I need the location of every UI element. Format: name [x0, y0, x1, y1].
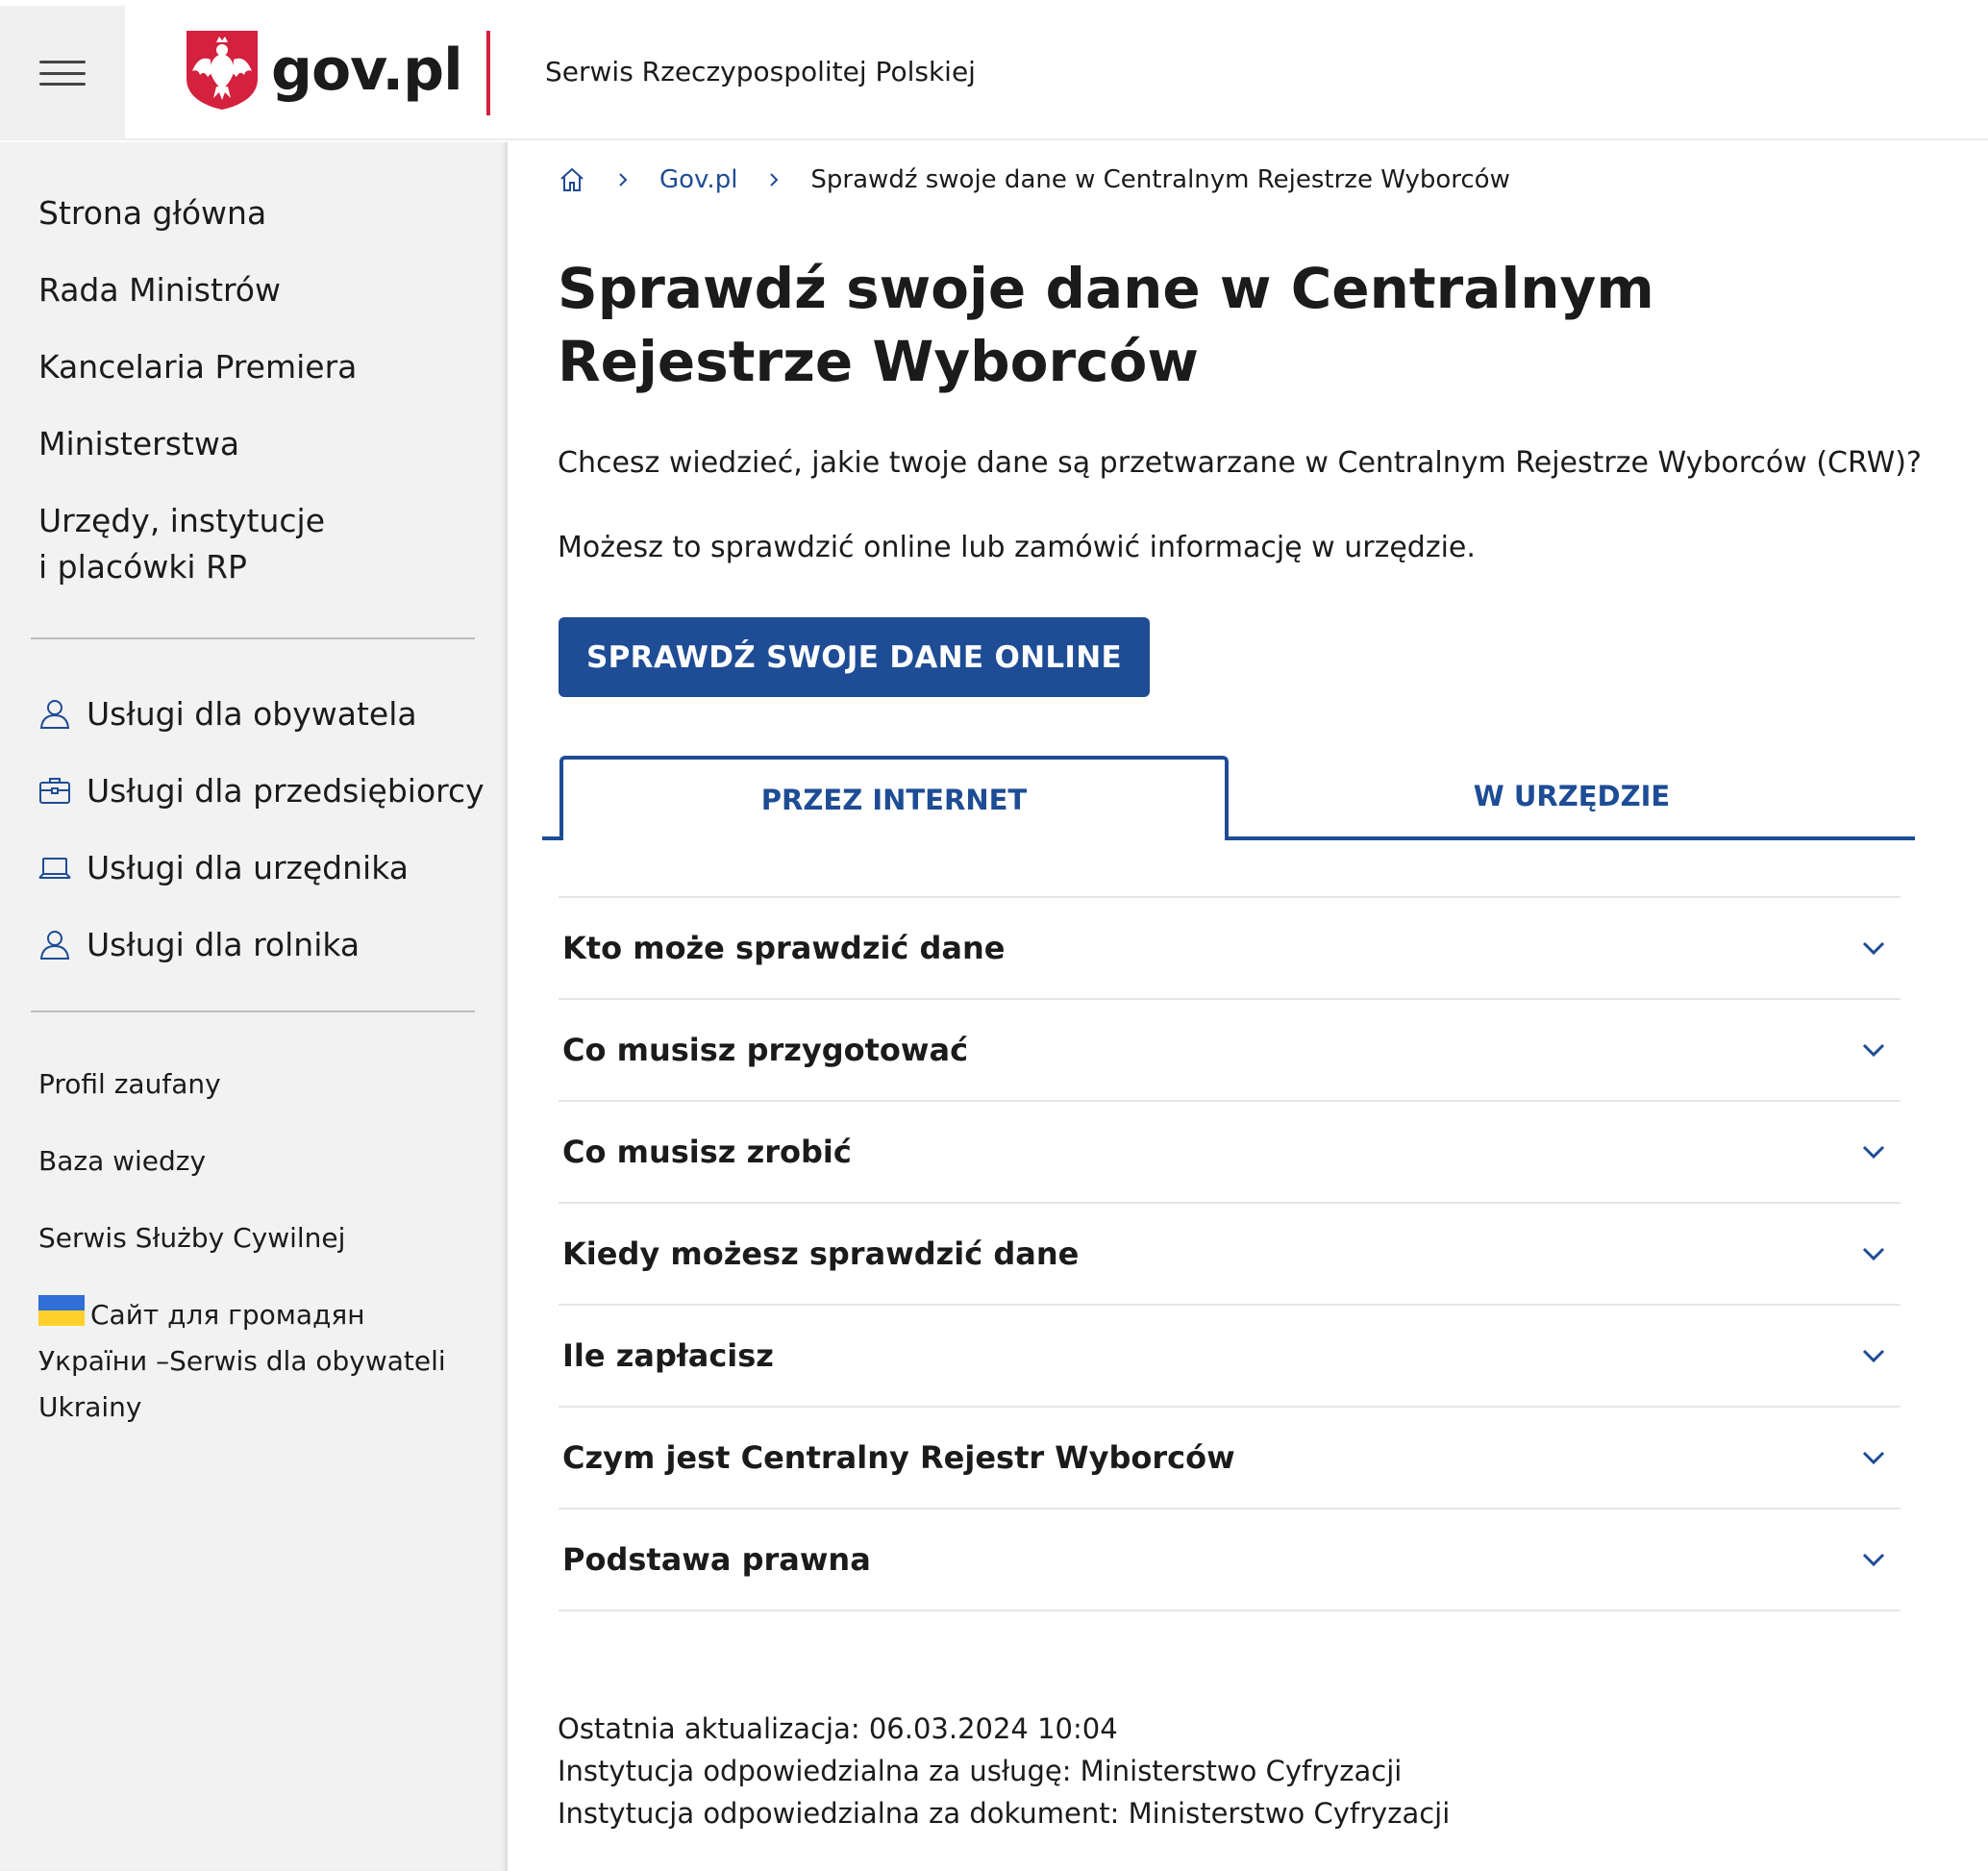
ukraine-flag-icon: [38, 1295, 85, 1326]
accordion-title: Podstawa prawna: [562, 1541, 871, 1578]
menu-button[interactable]: [0, 6, 125, 140]
chevron-down-icon: [1862, 1043, 1885, 1058]
sidebar-divider: [31, 637, 475, 639]
sidebar-item-strona-glowna[interactable]: Strona główna: [38, 190, 461, 237]
person-icon: [39, 700, 70, 729]
sidebar-link-ukraine[interactable]: Сайт для громадян України –Serwis dla ob…: [38, 1292, 481, 1431]
service-institution: Instytucja odpowiedzialna za usługę: Min…: [558, 1755, 1403, 1787]
sidebar-main-nav: Strona główna Rada Ministrów Kancelaria …: [38, 190, 461, 621]
chevron-right-icon: [619, 173, 628, 187]
accordion-title: Kiedy możesz sprawdzić dane: [562, 1235, 1080, 1272]
accordion-title: Co musisz przygotować: [562, 1032, 969, 1068]
document-institution: Instytucja odpowiedzialna za dokument: M…: [558, 1797, 1451, 1830]
accordion-item[interactable]: Czym jest Centralny Rejestr Wyborców: [559, 1408, 1901, 1509]
check-data-online-button[interactable]: SPRAWDŹ SWOJE DANE ONLINE: [559, 617, 1150, 697]
chevron-down-icon: [1862, 1553, 1885, 1567]
breadcrumb-link-govpl[interactable]: Gov.pl: [659, 165, 737, 194]
accordion: Kto może sprawdzić dane Co musisz przygo…: [559, 896, 1901, 1611]
tab-przez-internet[interactable]: PRZEZ INTERNET: [559, 756, 1229, 840]
briefcase-icon: [39, 778, 70, 804]
service-label: Usługi dla rolnika: [87, 925, 360, 963]
tab-w-urzedzie[interactable]: W URZĘDZIE: [1229, 756, 1915, 836]
accordion-title: Co musisz zrobić: [562, 1134, 852, 1170]
sidebar-divider: [31, 1010, 475, 1012]
sidebar: Strona główna Rada Ministrów Kancelaria …: [0, 142, 508, 1871]
accordion-title: Kto może sprawdzić dane: [562, 930, 1006, 966]
accordion-item[interactable]: Ile zapłacisz: [559, 1306, 1901, 1408]
accordion-item[interactable]: Podstawa prawna: [559, 1509, 1901, 1611]
accordion-item[interactable]: Kiedy możesz sprawdzić dane: [559, 1204, 1901, 1306]
laptop-icon: [38, 858, 71, 879]
sidebar-link-baza-wiedzy[interactable]: Baza wiedzy: [38, 1138, 345, 1185]
breadcrumb-current: Sprawdź swoje dane w Centralnym Rejestrz…: [810, 165, 1510, 194]
chevron-down-icon: [1862, 941, 1885, 956]
accordion-item[interactable]: Co musisz przygotować: [559, 1000, 1901, 1102]
chevron-down-icon: [1862, 1145, 1885, 1160]
sidebar-item-ministerstwa[interactable]: Ministerstwa: [38, 421, 461, 467]
chevron-down-icon: [1862, 1247, 1885, 1261]
page-title: Sprawdź swoje dane w Centralnym Rejestrz…: [558, 256, 1654, 394]
sidebar-service-obywatel[interactable]: Usługi dla obywatela: [38, 690, 485, 736]
sidebar-links: Profil zaufany Baza wiedzy Serwis Służby…: [38, 1061, 345, 1292]
ukraine-link-label: Сайт для громадян України –Serwis dla ob…: [38, 1299, 446, 1423]
chevron-down-icon: [1862, 1451, 1885, 1465]
chevron-down-icon: [1862, 1349, 1885, 1363]
intro-text-2: Możesz to sprawdzić online lub zamówić i…: [558, 531, 1476, 564]
service-label: Usługi dla obywatela: [87, 694, 417, 733]
sidebar-item-kancelaria-premiera[interactable]: Kancelaria Premiera: [38, 344, 461, 390]
person-icon: [39, 931, 70, 960]
service-label: Usługi dla urzędnika: [87, 848, 409, 886]
accordion-item[interactable]: Co musisz zrobić: [559, 1102, 1901, 1204]
logo-text: gov.pl: [271, 37, 463, 104]
sidebar-service-rolnik[interactable]: Usługi dla rolnika: [38, 921, 485, 967]
sidebar-service-przedsiebiorca[interactable]: Usługi dla przedsiębiorcy: [38, 767, 485, 813]
site-header: gov.pl Serwis Rzeczypospolitej Polskiej: [0, 0, 1988, 140]
accordion-item[interactable]: Kto może sprawdzić dane: [559, 898, 1901, 1000]
header-divider: [486, 31, 490, 115]
accordion-title: Czym jest Centralny Rejestr Wyborców: [562, 1439, 1235, 1476]
service-label: Usługi dla przedsiębiorcy: [87, 771, 485, 810]
page-meta: Ostatnia aktualizacja: 06.03.2024 10:04 …: [558, 1708, 1450, 1834]
tab-label: PRZEZ INTERNET: [760, 784, 1028, 816]
header-subtitle: Serwis Rzeczypospolitej Polskiej: [545, 56, 976, 87]
polish-eagle-emblem-icon: [186, 31, 258, 110]
tab-label: W URZĘDZIE: [1473, 780, 1671, 812]
hamburger-icon: [39, 61, 86, 86]
last-updated: Ostatnia aktualizacja: 06.03.2024 10:04: [558, 1712, 1118, 1745]
sidebar-item-urzedy[interactable]: Urzędy, instytucje i placówki RP: [38, 498, 327, 590]
sidebar-item-rada-ministrow[interactable]: Rada Ministrów: [38, 267, 461, 313]
govpl-logo[interactable]: gov.pl: [185, 29, 463, 112]
chevron-right-icon: [770, 173, 779, 187]
sidebar-link-sluzba-cywilna[interactable]: Serwis Służby Cywilnej: [38, 1215, 345, 1261]
intro-text: Chcesz wiedzieć, jakie twoje dane są prz…: [558, 446, 1922, 480]
sidebar-link-profil-zaufany[interactable]: Profil zaufany: [38, 1061, 345, 1108]
tabs: PRZEZ INTERNET W URZĘDZIE: [542, 756, 1915, 840]
home-icon[interactable]: [558, 165, 586, 194]
accordion-title: Ile zapłacisz: [562, 1337, 774, 1374]
sidebar-services: Usługi dla obywatela Usługi dla przedsię…: [38, 690, 485, 998]
sidebar-service-urzednik[interactable]: Usługi dla urzędnika: [38, 844, 485, 890]
breadcrumb: Gov.pl Sprawdź swoje dane w Centralnym R…: [558, 165, 1510, 194]
